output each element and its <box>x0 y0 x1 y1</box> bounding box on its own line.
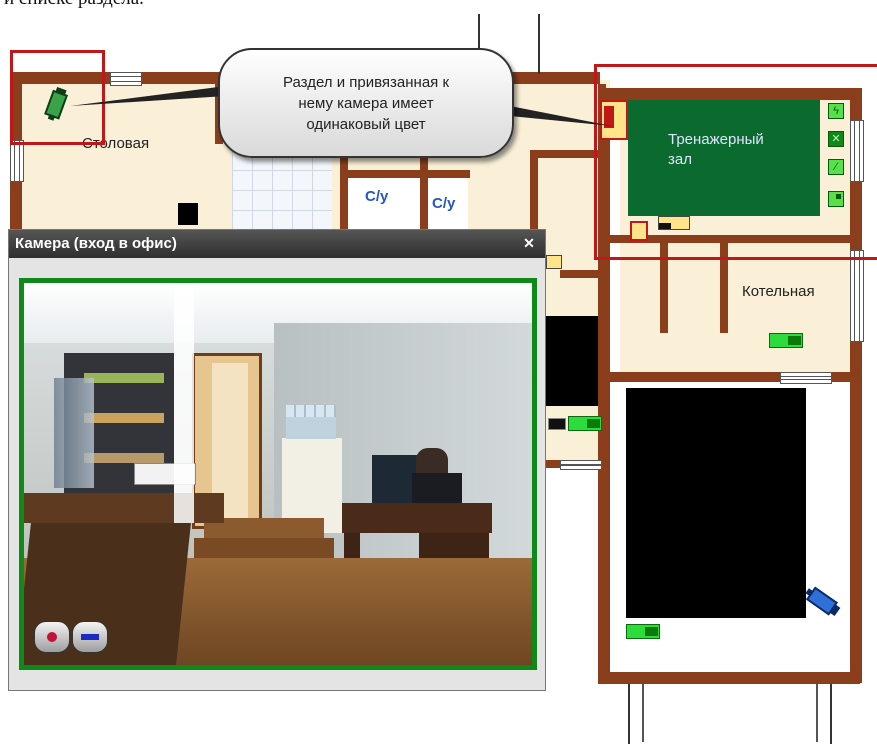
stop-button[interactable] <box>72 621 108 653</box>
record-icon <box>47 632 57 642</box>
callout-line-2: нему камера имеет <box>298 95 434 112</box>
camera-video-frame[interactable] <box>19 278 537 670</box>
record-button[interactable] <box>34 621 70 653</box>
camera-window[interactable]: Камера (вход в офис) ✕ <box>8 229 546 691</box>
callout-line-1: Раздел и привязанная к <box>282 74 450 91</box>
minus-icon <box>81 634 99 640</box>
camera-window-title: Камера (вход в офис) <box>15 235 177 252</box>
callout-bubble: Раздел и привязанная к нему камера имеет… <box>218 48 514 158</box>
close-icon[interactable]: ✕ <box>521 235 537 251</box>
callout-line-3: одинаковый цвет <box>306 116 426 133</box>
camera-window-titlebar[interactable]: Камера (вход в офис) ✕ <box>9 230 545 258</box>
